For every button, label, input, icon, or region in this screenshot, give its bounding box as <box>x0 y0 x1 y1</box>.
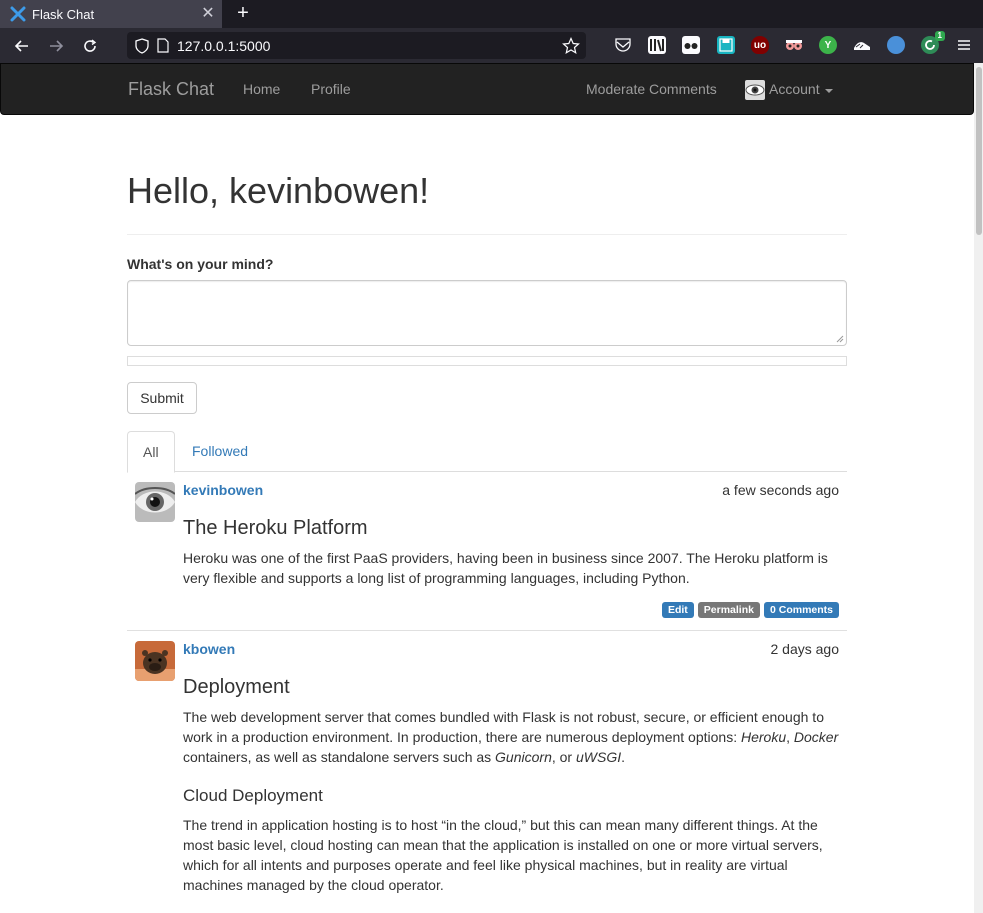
mask-icon[interactable] <box>785 36 803 54</box>
scrollbar-thumb[interactable] <box>976 67 982 235</box>
post-title: Deployment <box>183 676 290 698</box>
submit-button[interactable]: Submit <box>127 382 197 414</box>
nav-account-dropdown[interactable]: Account <box>769 81 820 97</box>
site-navbar: Flask Chat Home Profile Moderate Comment… <box>0 63 974 115</box>
post-preview <box>127 356 847 366</box>
post-paragraph: The web development server that comes bu… <box>183 709 839 765</box>
page-scrollbar[interactable] <box>974 63 983 913</box>
tab-all[interactable]: All <box>127 431 175 473</box>
nav-home-link[interactable]: Home <box>243 81 280 97</box>
browser-tab[interactable]: Flask Chat ✕ <box>0 0 222 28</box>
shoe-icon[interactable] <box>853 36 871 54</box>
save-icon[interactable] <box>717 36 735 54</box>
permalink-button[interactable]: Permalink <box>697 602 760 618</box>
url-text: 127.0.0.1:5000 <box>177 37 271 54</box>
forward-icon[interactable] <box>43 33 69 59</box>
resize-handle-icon[interactable] <box>834 333 844 343</box>
new-tab-button[interactable]: + <box>230 0 256 28</box>
ublock-icon[interactable]: uo <box>751 36 769 54</box>
page-header: Hello, kevinbowen! <box>127 171 847 235</box>
post-title: The Heroku Platform <box>183 517 368 539</box>
post-date: a few seconds ago <box>722 482 839 498</box>
post-textarea[interactable] <box>127 280 847 346</box>
flask-favicon-icon <box>10 6 26 22</box>
tab-close-icon[interactable]: ✕ <box>194 0 222 28</box>
page-title: Hello, kevinbowen! <box>127 170 430 211</box>
post-subtitle: Cloud Deployment <box>183 786 323 805</box>
page-icon <box>157 38 169 53</box>
pocket-icon[interactable] <box>614 36 632 54</box>
post-paragraph: The trend in application hosting is to h… <box>183 817 823 893</box>
comments-button[interactable]: 0 Comments <box>763 602 839 618</box>
post-tabs: All Followed <box>127 431 847 473</box>
hamburger-menu-icon[interactable] <box>955 36 973 54</box>
tab-followed[interactable]: Followed <box>177 431 263 473</box>
extension-badge: 1 <box>934 31 945 41</box>
post-author-link[interactable]: kevinbowen <box>183 482 263 498</box>
shield-icon[interactable] <box>135 37 149 54</box>
reload-icon[interactable] <box>77 33 103 59</box>
account-avatar[interactable] <box>745 80 765 100</box>
post-author-avatar[interactable] <box>135 482 175 522</box>
post-item: kbowen 2 days ago Deployment The web dev… <box>127 631 847 913</box>
site-brand[interactable]: Flask Chat <box>128 79 214 100</box>
back-icon[interactable] <box>9 33 35 59</box>
post-form-label: What's on your mind? <box>127 256 274 272</box>
fork-icon[interactable]: Y <box>819 36 837 54</box>
post-author-link[interactable]: kbowen <box>183 641 235 657</box>
post-body: Deployment The web development server th… <box>183 675 839 905</box>
library-icon[interactable] <box>648 36 666 54</box>
compass-icon[interactable] <box>887 36 905 54</box>
post-item: kevinbowen a few seconds ago The Heroku … <box>127 472 847 631</box>
nav-moderate-comments-link[interactable]: Moderate Comments <box>586 81 717 97</box>
post-author-avatar[interactable] <box>135 641 175 681</box>
post-date: 2 days ago <box>770 641 840 657</box>
glasses-icon[interactable] <box>682 36 700 54</box>
caret-down-icon <box>825 89 833 93</box>
browser-tab-bar: Flask Chat ✕ + <box>0 0 983 28</box>
bookmark-star-icon[interactable] <box>562 36 580 55</box>
tab-title: Flask Chat <box>32 6 95 22</box>
nav-profile-link[interactable]: Profile <box>311 81 351 97</box>
edit-button[interactable]: Edit <box>661 602 694 618</box>
address-bar[interactable]: 127.0.0.1:5000 <box>127 32 586 59</box>
post-footer: Edit Permalink 0 Comments <box>661 602 839 618</box>
post-paragraph: Heroku was one of the first PaaS provide… <box>183 550 828 586</box>
browser-toolbar: 127.0.0.1:5000 uo Y 1 <box>0 28 983 63</box>
sync-badge-icon[interactable]: 1 <box>921 31 945 54</box>
post-body: The Heroku Platform Heroku was one of th… <box>183 516 839 598</box>
